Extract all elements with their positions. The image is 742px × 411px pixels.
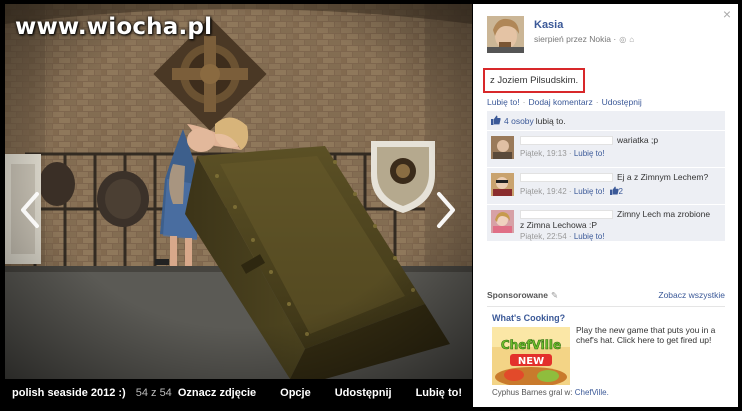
comment-item: wariatka ;p Piątek, 19:13 · Lubię to! bbox=[487, 131, 725, 168]
ad-logo-text: ChefVille bbox=[501, 338, 561, 352]
see-all-ads-link[interactable]: Zobacz wszystkie bbox=[658, 290, 725, 301]
commenter-name-redacted bbox=[520, 210, 613, 219]
photo-viewer[interactable]: www.wiocha.pl polish seaside 2012 :) 54 … bbox=[5, 4, 472, 407]
likes-summary: 4 osoby lubią to. bbox=[487, 111, 725, 131]
sponsored-ad[interactable]: What's Cooking? ChefVille NEW Play the n… bbox=[487, 306, 725, 398]
comment-like-link[interactable]: Lubię to! bbox=[574, 149, 605, 158]
comment-meta: Piątek, 19:42 · Lubię to! 2 bbox=[520, 186, 623, 197]
comment-time: Piątek, 22:54 bbox=[520, 232, 567, 241]
post-like-link[interactable]: Lubię to! bbox=[487, 97, 520, 107]
thumbs-up-icon bbox=[491, 115, 501, 127]
like-link[interactable]: Lubię to! bbox=[416, 387, 462, 399]
comment-text: Ej a z Zimnym Lechem? bbox=[617, 172, 709, 182]
ad-info-icon[interactable]: ✎ bbox=[551, 290, 558, 301]
comment-like-link[interactable]: Lubię to! bbox=[574, 187, 605, 196]
comment-text-continued: z Zimna Lechowa :P bbox=[520, 220, 598, 230]
comment-like-link[interactable]: Lubię to! bbox=[574, 232, 605, 241]
commenter-name-redacted bbox=[520, 173, 613, 182]
post-actions: Lubię to! · Dodaj komentarz · Udostępnij bbox=[487, 97, 642, 107]
author-avatar[interactable] bbox=[487, 16, 524, 53]
ad-image[interactable]: ChefVille NEW bbox=[492, 327, 570, 387]
comment-likes-count[interactable]: 2 bbox=[619, 187, 623, 196]
sponsored-header: Sponsorowane ✎ Zobacz wszystkie bbox=[487, 290, 725, 301]
tag-photo-link[interactable]: Oznacz zdjęcie bbox=[178, 387, 256, 399]
album-title[interactable]: polish seaside 2012 :) bbox=[12, 387, 126, 399]
comment-text: Zimny Lech ma zrobione bbox=[617, 209, 711, 219]
watermark: www.wiocha.pl bbox=[15, 14, 213, 40]
separator: · bbox=[595, 97, 599, 107]
likes-count-link[interactable]: 4 osoby bbox=[504, 116, 534, 126]
ad-title[interactable]: What's Cooking? bbox=[492, 313, 565, 323]
comment-text: wariatka ;p bbox=[617, 135, 659, 145]
author-name[interactable]: Kasia bbox=[534, 19, 563, 31]
photo-actions: Oznacz zdjęcie Opcje Udostępnij Lubię to… bbox=[178, 387, 462, 399]
close-icon[interactable]: × bbox=[723, 7, 731, 21]
ad-social-link[interactable]: ChefVille. bbox=[575, 388, 609, 397]
ad-social-name: Cyphus Barnes gral w: bbox=[492, 388, 573, 397]
previous-photo-arrow-icon[interactable] bbox=[17, 190, 43, 230]
privacy-globe-icon[interactable]: ◎ bbox=[619, 35, 626, 44]
commenter-avatar[interactable] bbox=[491, 136, 514, 159]
post-caption: z Joziem Pilsudskim. bbox=[483, 68, 586, 93]
photo-image bbox=[5, 4, 472, 379]
comment-meta: Piątek, 19:13 · Lubię to! bbox=[520, 149, 605, 158]
comment-likes-icon[interactable] bbox=[609, 186, 619, 197]
likes-suffix: lubią to. bbox=[535, 115, 566, 126]
photo-caption-bar: polish seaside 2012 :) 54 z 54 Oznacz zd… bbox=[5, 379, 472, 407]
photo-side-panel: × Kasia sierpień przez Nokia · ◎ ⌂ z Joz… bbox=[473, 4, 738, 407]
photo-theater: www.wiocha.pl polish seaside 2012 :) 54 … bbox=[0, 0, 742, 411]
ad-social-context: Cyphus Barnes gral w: ChefVille. bbox=[492, 388, 609, 397]
commenter-avatar[interactable] bbox=[491, 173, 514, 196]
post-meta: sierpień przez Nokia · ◎ ⌂ bbox=[534, 34, 634, 44]
comment-meta: Piątek, 22:54 · Lubię to! bbox=[520, 232, 605, 241]
share-link[interactable]: Udostępnij bbox=[335, 387, 392, 399]
post-share-link[interactable]: Udostępnij bbox=[602, 97, 642, 107]
comment-item: Ej a z Zimnym Lechem? Piątek, 19:42 · Lu… bbox=[487, 168, 725, 205]
photo-counter: 54 z 54 bbox=[135, 387, 172, 399]
post-meta-text: sierpień przez Nokia · bbox=[534, 34, 617, 44]
sponsored-label: Sponsorowane bbox=[487, 290, 548, 300]
location-pin-icon: ⌂ bbox=[629, 34, 635, 44]
ad-description[interactable]: Play the new game that puts you in a che… bbox=[576, 325, 722, 345]
commenter-avatar[interactable] bbox=[491, 210, 514, 233]
comment-item: Zimny Lech ma zrobione z Zimna Lechowa :… bbox=[487, 205, 725, 242]
separator: · bbox=[522, 97, 526, 107]
comment-time: Piątek, 19:42 bbox=[520, 187, 567, 196]
options-link[interactable]: Opcje bbox=[280, 387, 311, 399]
add-comment-link[interactable]: Dodaj komentarz bbox=[528, 97, 592, 107]
ad-badge-text: NEW bbox=[518, 356, 544, 367]
comment-time: Piątek, 19:13 bbox=[520, 149, 567, 158]
commenter-name-redacted bbox=[520, 136, 613, 145]
next-photo-arrow-icon[interactable] bbox=[433, 190, 459, 230]
comments-box: 4 osoby lubią to. wariatka ;p Piątek, 19… bbox=[487, 111, 725, 242]
